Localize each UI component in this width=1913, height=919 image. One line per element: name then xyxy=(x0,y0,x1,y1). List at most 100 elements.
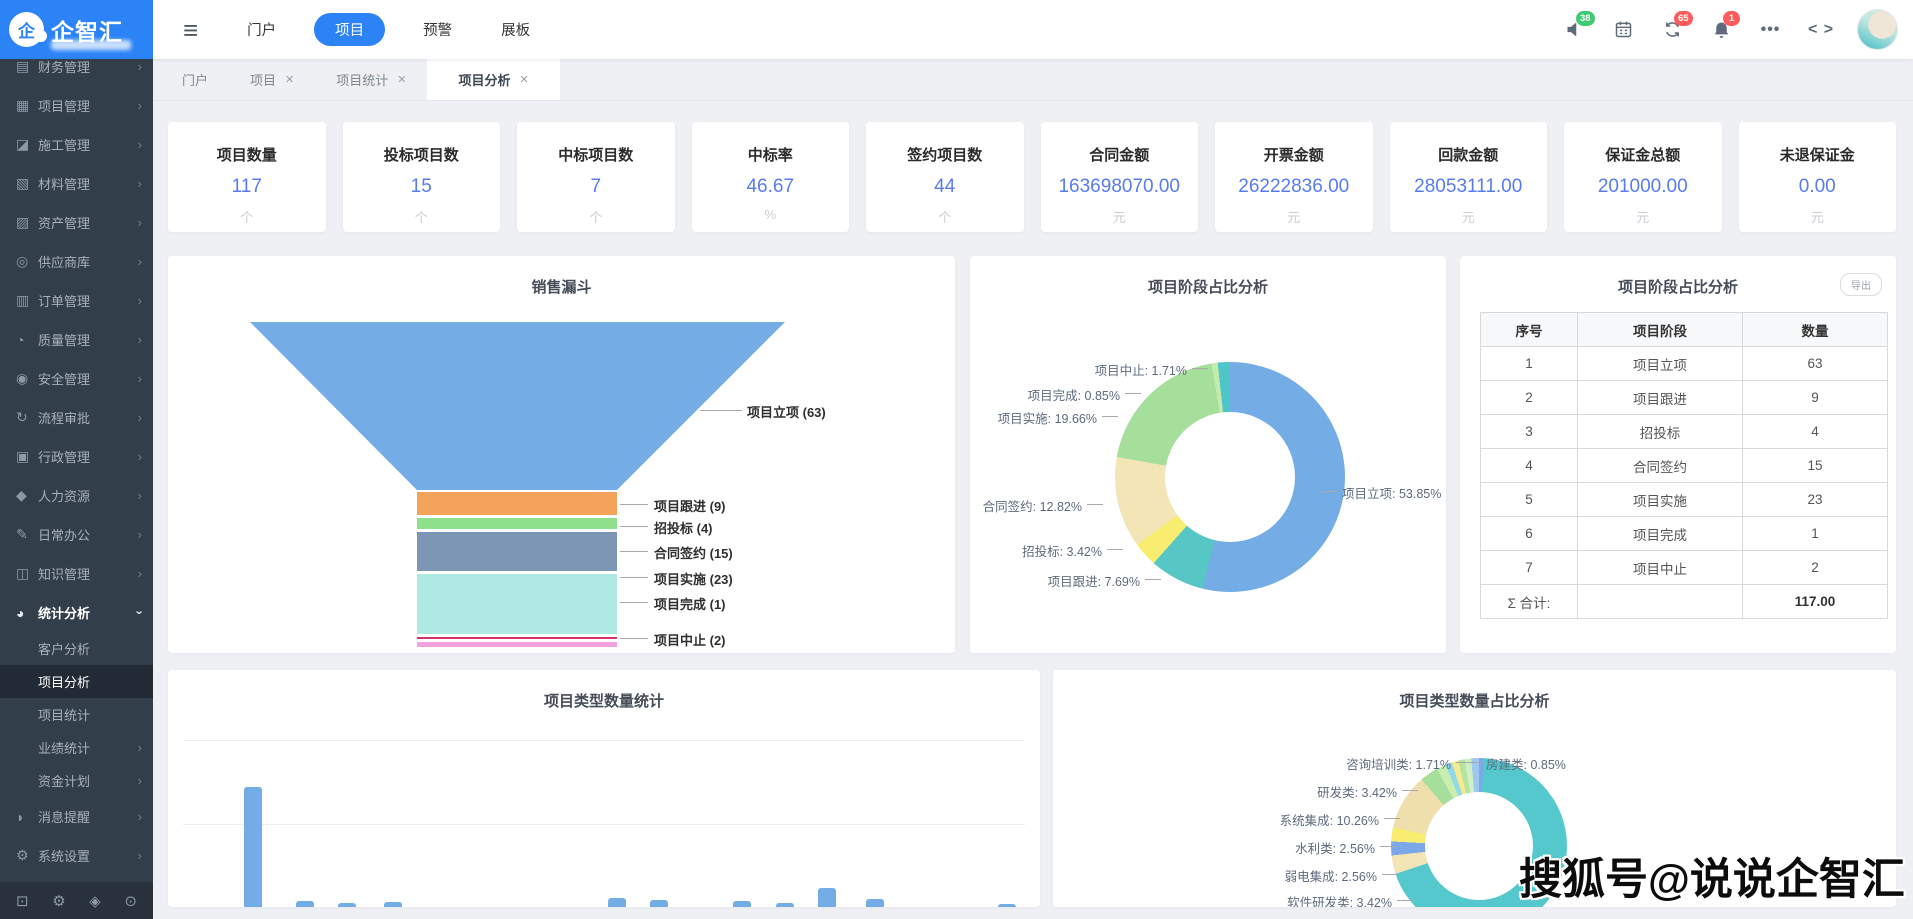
bar[interactable] xyxy=(818,888,836,907)
tab-bar: 门户项目✕项目统计✕项目分析✕ xyxy=(153,59,1913,101)
table-row[interactable]: 1项目立项63 xyxy=(1481,347,1888,381)
donut-label: 项目完成: 0.85% xyxy=(1028,385,1120,404)
sidebar-item-质量管理[interactable]: ◔质量管理› xyxy=(0,320,153,359)
funnel-segment-项目完成[interactable] xyxy=(417,637,617,640)
tab-项目统计[interactable]: 项目统计 ✕ xyxy=(315,59,427,100)
bar[interactable] xyxy=(776,903,794,907)
stat-card-投标项目数[interactable]: 投标项目数15个 xyxy=(343,122,501,232)
funnel-segment-合同签约[interactable] xyxy=(417,532,617,571)
stat-card-中标率[interactable]: 中标率46.67% xyxy=(692,122,850,232)
bar[interactable] xyxy=(733,901,751,907)
sidebar-item-流程审批[interactable]: ↻流程审批› xyxy=(0,398,153,437)
sidebar-item-订单管理[interactable]: ▥订单管理› xyxy=(0,281,153,320)
table-row[interactable]: 4合同签约15 xyxy=(1481,449,1888,483)
sidebar-item-日常办公[interactable]: ✎日常办公› xyxy=(0,515,153,554)
export-button[interactable]: 导出 xyxy=(1840,273,1882,296)
calendar-icon[interactable] xyxy=(1612,18,1635,41)
table-row[interactable]: 3招投标4 xyxy=(1481,415,1888,449)
sync-icon[interactable]: 65 xyxy=(1661,18,1684,41)
table-row[interactable]: 7项目中止2 xyxy=(1481,551,1888,585)
bar[interactable] xyxy=(998,904,1016,907)
app-logo[interactable]: 企智汇企 企智汇 xyxy=(0,0,153,59)
sidebar-item-项目管理[interactable]: ▦项目管理› xyxy=(0,86,153,125)
funnel-segment-项目实施[interactable] xyxy=(417,574,617,634)
notification-icon: ◗ xyxy=(16,809,38,825)
stage-donut-card: 项目阶段占比分析 项目中止: 1.71%项目完成: 0.85%项目实施: 19.… xyxy=(970,256,1446,653)
table-row[interactable]: 2项目跟进9 xyxy=(1481,381,1888,415)
tab-label: 项目统计 xyxy=(336,70,388,89)
sidebar-item-人力资源[interactable]: ◆人力资源› xyxy=(0,476,153,515)
menu-toggle-icon[interactable]: ≡ xyxy=(183,17,198,43)
nav-item-展板[interactable]: 展板 xyxy=(501,19,530,40)
table-cell: 2 xyxy=(1481,381,1578,415)
nav-item-项目[interactable]: 项目 xyxy=(314,13,385,46)
tab-项目[interactable]: 项目✕ xyxy=(229,59,315,100)
sidebar-item-资产管理[interactable]: ▨资产管理› xyxy=(0,203,153,242)
stat-card-签约项目数[interactable]: 签约项目数44个 xyxy=(866,122,1024,232)
donut-hole xyxy=(1165,412,1295,542)
bar[interactable] xyxy=(338,903,356,907)
sidebar-item-施工管理[interactable]: ◪施工管理› xyxy=(0,125,153,164)
sidebar-item-统计分析[interactable]: ◕统计分析› xyxy=(0,593,153,632)
sidebar-subitem-业绩统计[interactable]: 业绩统计› xyxy=(0,731,153,764)
sidebar-item-材料管理[interactable]: ▧材料管理› xyxy=(0,164,153,203)
bar[interactable] xyxy=(384,902,402,907)
gear-icon[interactable]: ⚙ xyxy=(52,892,65,910)
bar[interactable] xyxy=(866,899,884,907)
bell-icon[interactable]: 1 xyxy=(1710,18,1733,41)
power-icon[interactable]: ⊙ xyxy=(124,892,137,910)
sidebar-item-行政管理[interactable]: ▣行政管理› xyxy=(0,437,153,476)
close-icon[interactable]: ✕ xyxy=(285,73,294,86)
sidebar-subitem-项目统计[interactable]: 项目统计 xyxy=(0,698,153,731)
bar[interactable] xyxy=(296,901,314,907)
chevron-right-icon: › xyxy=(138,527,142,542)
sidebar-item-系统设置[interactable]: ⚙系统设置› xyxy=(0,836,153,875)
stat-card-回款金额[interactable]: 回款金额28053111.00元 xyxy=(1390,122,1548,232)
stat-card-开票金额[interactable]: 开票金额26222836.00元 xyxy=(1215,122,1373,232)
close-icon[interactable]: ✕ xyxy=(397,73,406,86)
funnel-segment-项目中止[interactable] xyxy=(417,642,617,647)
lock-icon[interactable]: ◈ xyxy=(89,892,101,910)
chevron-right-icon: › xyxy=(138,371,142,386)
sidebar-subitem-项目分析[interactable]: 项目分析 xyxy=(0,665,153,698)
donut-label: 水利类: 2.56% xyxy=(1295,838,1375,857)
more-icon[interactable]: ••• xyxy=(1759,18,1782,41)
funnel-segment-项目跟进[interactable] xyxy=(417,492,617,515)
stat-card-未退保证金[interactable]: 未退保证金0.00元 xyxy=(1739,122,1897,232)
stat-card-项目数量[interactable]: 项目数量117个 xyxy=(168,122,326,232)
stat-value: 28053111.00 xyxy=(1390,176,1548,198)
funnel-segment-项目立项[interactable] xyxy=(250,322,785,490)
bar[interactable] xyxy=(244,787,262,907)
sidebar-item-安全管理[interactable]: ◉安全管理› xyxy=(0,359,153,398)
office-icon: ✎ xyxy=(16,526,38,543)
tab-门户[interactable]: 门户 xyxy=(161,59,229,100)
sidebar-item-消息提醒[interactable]: ◗消息提醒› xyxy=(0,797,153,836)
donut-leader-line xyxy=(1321,491,1337,492)
sidebar-item-label: 质量管理 xyxy=(38,330,138,349)
code-icon[interactable]: < > xyxy=(1808,18,1831,41)
sidebar-item-供应商库[interactable]: ◎供应商库› xyxy=(0,242,153,281)
stat-label: 开票金额 xyxy=(1215,144,1373,165)
sidebar-subitem-客户分析[interactable]: 客户分析 xyxy=(0,632,153,665)
user-avatar[interactable] xyxy=(1857,9,1898,50)
sidebar-item-知识管理[interactable]: ◫知识管理› xyxy=(0,554,153,593)
bar[interactable] xyxy=(608,898,626,907)
sidebar-subitem-资金计划[interactable]: 资金计划› xyxy=(0,764,153,797)
funnel-segment-招投标[interactable] xyxy=(417,518,617,528)
stat-card-中标项目数[interactable]: 中标项目数7个 xyxy=(517,122,675,232)
nav-item-门户[interactable]: 门户 xyxy=(247,19,276,40)
safety-icon: ◉ xyxy=(16,370,38,387)
announcement-icon[interactable]: 38 xyxy=(1563,18,1586,41)
stat-card-合同金额[interactable]: 合同金额163698070.00元 xyxy=(1041,122,1199,232)
blurred-subtitle xyxy=(51,40,131,50)
table-row[interactable]: 5项目实施23 xyxy=(1481,483,1888,517)
tab-label: 门户 xyxy=(182,70,208,89)
stat-card-保证金总额[interactable]: 保证金总额201000.00元 xyxy=(1564,122,1722,232)
table-row[interactable]: 6项目完成1 xyxy=(1481,517,1888,551)
close-icon[interactable]: ✕ xyxy=(520,73,529,86)
sales-funnel-card: 销售漏斗 项目立项 (63)项目跟进 (9)招投标 (4)合同签约 (15)项目… xyxy=(168,256,955,653)
tab-项目分析[interactable]: 项目分析✕ xyxy=(427,59,559,100)
nav-item-预警[interactable]: 预警 xyxy=(423,19,452,40)
monitor-icon[interactable]: ⊡ xyxy=(16,892,29,910)
bar[interactable] xyxy=(650,900,668,907)
